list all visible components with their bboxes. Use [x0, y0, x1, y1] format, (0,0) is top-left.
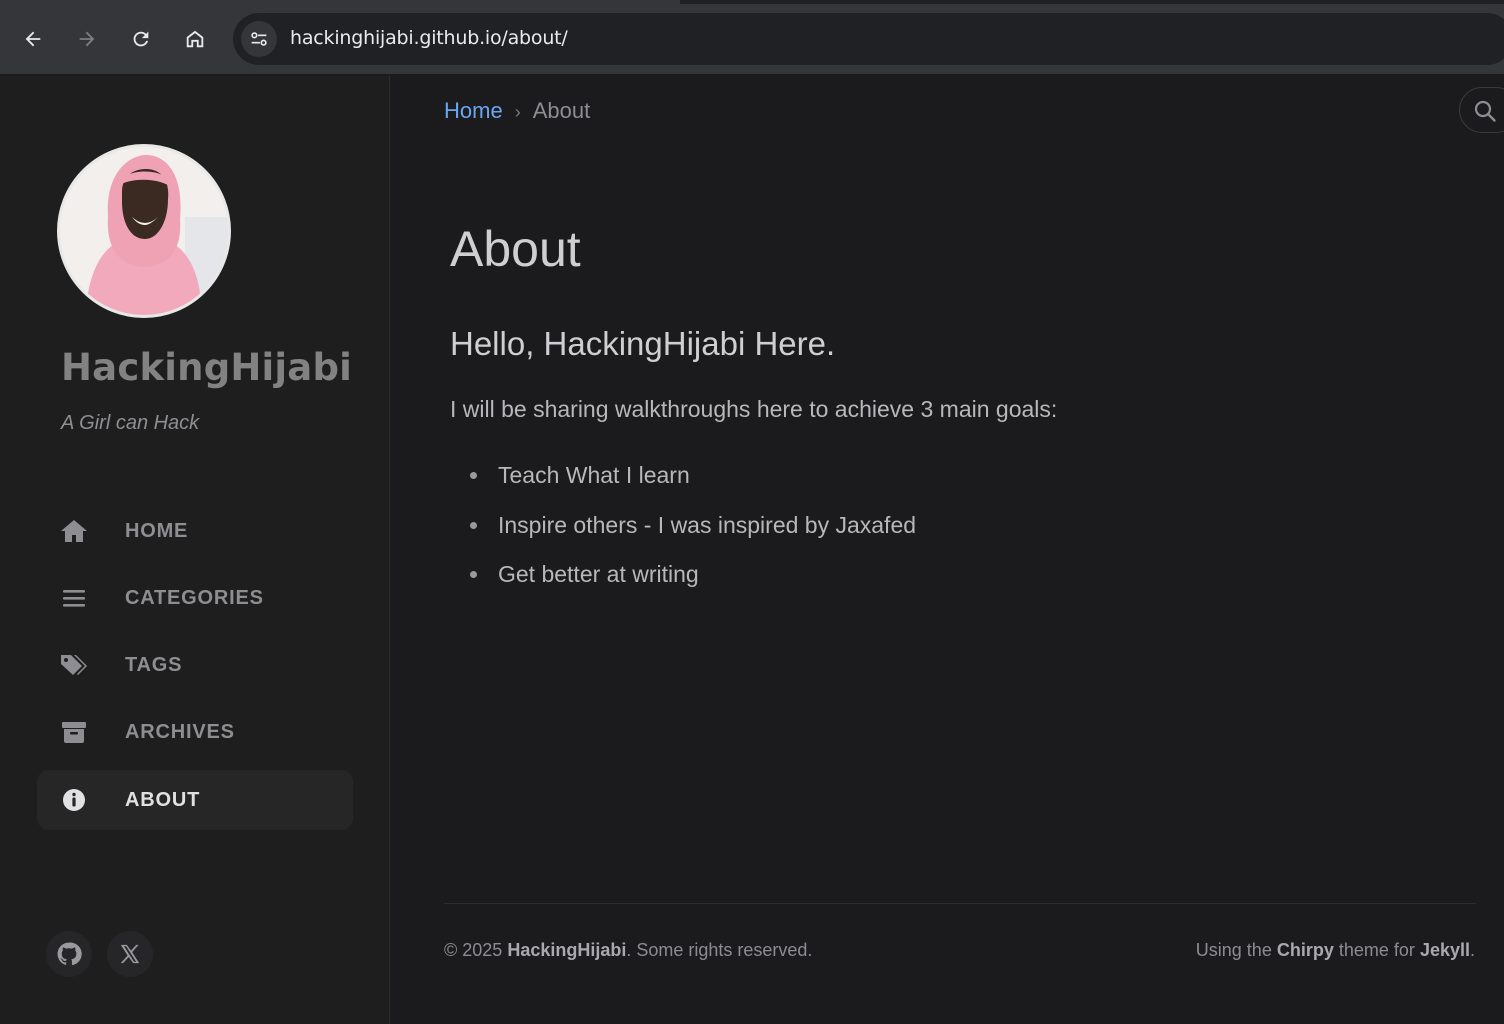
tags-icon	[60, 653, 88, 677]
github-link[interactable]	[46, 931, 92, 977]
address-bar[interactable]: hackinghijabi.github.io/about/	[233, 13, 1504, 65]
chirpy-link[interactable]: Chirpy	[1277, 940, 1334, 960]
home-icon	[60, 519, 88, 543]
sidebar-item-home[interactable]: HOME	[37, 501, 353, 561]
bullet	[470, 521, 477, 529]
arrow-left-icon	[25, 31, 41, 47]
reload-button[interactable]	[122, 20, 160, 58]
rights-text: . Some rights reserved.	[626, 940, 813, 960]
sidebar-item-tags[interactable]: TAGS	[37, 635, 353, 695]
home-browser-button[interactable]	[176, 20, 214, 58]
list-item-text: Inspire others - I was inspired by Jaxaf…	[498, 511, 917, 538]
breadcrumb: Home › About	[444, 98, 590, 124]
reload-icon	[133, 31, 149, 47]
list-item-text: Get better at writing	[498, 561, 699, 587]
footer-divider	[444, 903, 1476, 904]
tune-icon	[251, 32, 267, 46]
list-item: Get better at writing	[470, 561, 916, 611]
bullet	[470, 472, 477, 479]
house-icon	[186, 30, 204, 48]
avatar[interactable]	[57, 144, 231, 318]
sidebar-item-archives[interactable]: ARCHIVES	[37, 702, 353, 762]
sidebar-item-label: TAGS	[125, 654, 183, 676]
sidebar: HackingHijabi A Girl can Hack HOME CATEG…	[0, 76, 390, 1024]
site-title[interactable]: HackingHijabi	[61, 346, 352, 389]
archive-icon	[60, 720, 88, 744]
using-the-text: Using the	[1195, 940, 1272, 960]
list-item: Teach What I learn	[470, 462, 916, 512]
x-twitter-link[interactable]	[107, 931, 153, 977]
footer-credits: Using the Chirpy theme for Jekyll.	[1196, 940, 1475, 961]
footer-owner-link[interactable]: HackingHijabi	[507, 940, 626, 960]
x-twitter-icon	[120, 944, 140, 964]
search-button[interactable]	[1459, 87, 1504, 133]
end-text: .	[1469, 940, 1475, 960]
copyright-prefix: © 2025	[444, 940, 503, 960]
active-tab-edge	[0, 0, 680, 4]
info-icon	[60, 788, 88, 812]
list-item-text: Teach What I learn	[498, 462, 690, 488]
sidebar-item-label: CATEGORIES	[125, 587, 264, 609]
sidebar-item-categories[interactable]: CATEGORIES	[37, 568, 353, 628]
content-heading: Hello, HackingHijabi Here.	[450, 325, 836, 362]
site-subtitle: A Girl can Hack	[61, 412, 200, 434]
breadcrumb-home-link[interactable]: Home	[444, 98, 503, 123]
list-item: Inspire others - I was inspired by Jaxaf…	[470, 512, 916, 562]
sidebar-item-label: ARCHIVES	[125, 721, 235, 743]
profile-photo	[60, 147, 228, 315]
breadcrumb-separator: ›	[514, 102, 521, 122]
goals-list: Teach What I learn Inspire others - I wa…	[470, 462, 916, 611]
page-title: About	[450, 221, 581, 277]
browser-toolbar: hackinghijabi.github.io/about/	[0, 0, 1504, 75]
site-info-button[interactable]	[241, 21, 277, 57]
footer-copyright: © 2025 HackingHijabi. Some rights reserv…	[444, 940, 812, 961]
theme-for-text: theme for	[1338, 940, 1415, 960]
url-text[interactable]: hackinghijabi.github.io/about/	[290, 27, 568, 49]
arrow-right-icon	[79, 31, 95, 47]
forward-button[interactable]	[68, 20, 106, 58]
content-paragraph: I will be sharing walkthroughs here to a…	[450, 396, 1058, 422]
sidebar-item-label: ABOUT	[125, 789, 201, 811]
back-button[interactable]	[14, 20, 52, 58]
github-icon	[57, 942, 82, 966]
list-icon	[60, 586, 88, 610]
search-icon	[1474, 100, 1496, 122]
sidebar-item-about[interactable]: ABOUT	[37, 770, 353, 830]
sidebar-item-label: HOME	[125, 520, 189, 542]
breadcrumb-current: About	[532, 98, 591, 123]
jekyll-link[interactable]: Jekyll	[1420, 940, 1470, 960]
bullet	[470, 571, 477, 578]
